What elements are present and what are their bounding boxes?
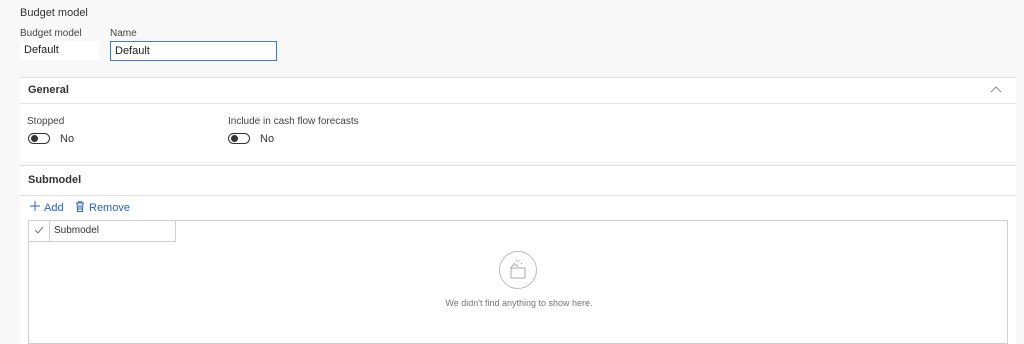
plus-icon — [30, 201, 40, 214]
cashflow-toggle[interactable] — [228, 133, 250, 144]
cashflow-value: No — [260, 133, 275, 145]
stopped-toggle[interactable] — [28, 133, 50, 144]
general-panel: General Stopped No Include in cash flow … — [20, 77, 1016, 161]
submodel-title: Submodel — [28, 174, 82, 186]
add-button[interactable]: Add — [30, 201, 64, 214]
grid-header: Submodel — [29, 221, 176, 242]
page-title: Budget model — [20, 7, 88, 19]
submodel-header[interactable]: Submodel — [20, 166, 1016, 196]
check-icon[interactable] — [34, 221, 44, 241]
submodel-column-header[interactable]: Submodel — [49, 221, 99, 241]
remove-button[interactable]: Remove — [75, 201, 130, 215]
general-title: General — [28, 84, 69, 96]
chevron-up-icon[interactable] — [990, 78, 1002, 103]
general-header[interactable]: General — [20, 78, 1016, 104]
cashflow-label: Include in cash flow forecasts — [228, 116, 359, 127]
trash-icon — [75, 201, 85, 215]
submodel-grid: Submodel We didn't find anything to show… — [28, 220, 1008, 344]
budget-model-label: Budget model — [20, 28, 82, 39]
remove-label: Remove — [89, 202, 130, 214]
stopped-value: No — [60, 133, 75, 145]
name-input[interactable] — [110, 41, 277, 61]
stopped-label: Stopped — [27, 116, 65, 127]
empty-message: We didn't find anything to show here. — [445, 298, 593, 308]
add-label: Add — [44, 201, 64, 214]
name-label: Name — [110, 28, 137, 39]
empty-folder-icon — [499, 251, 537, 289]
budget-model-value[interactable]: Default — [20, 41, 100, 60]
